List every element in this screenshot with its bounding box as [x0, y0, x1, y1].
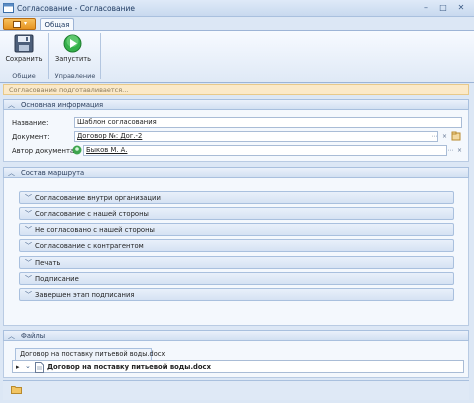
user-icon: [72, 145, 82, 155]
chevron-down-icon: ﹀: [25, 194, 32, 202]
group-manage-label: Управление: [54, 72, 96, 80]
route-item[interactable]: ﹀ Печать: [19, 256, 454, 269]
section-route-header[interactable]: ︿ Состав маршрута: [3, 167, 469, 178]
chevron-down-icon: ﹀: [25, 226, 32, 234]
file-row[interactable]: ▸ ⌄ Договор на поставку питьевой воды.do…: [12, 360, 464, 373]
route-item-label: Не согласовано с нашей стороны: [35, 226, 155, 234]
chevron-down-icon: ﹀: [25, 275, 32, 283]
route-item[interactable]: ﹀ Завершен этап подписания: [19, 288, 454, 301]
route-item-label: Печать: [35, 259, 61, 267]
bottom-toolbar: [3, 380, 469, 400]
route-item-label: Согласование с контрагентом: [35, 242, 144, 250]
window-title: Согласование - Согласование: [17, 4, 136, 13]
name-field[interactable]: Шаблон согласования: [74, 117, 462, 128]
author-link[interactable]: Быков М. А.: [86, 146, 127, 154]
section-route-title: Состав маршрута: [21, 169, 85, 177]
ellipsis-icon[interactable]: ⋯: [431, 132, 438, 141]
name-label: Название:: [12, 119, 49, 127]
document-label: Документ:: [12, 133, 50, 141]
section-files-title: Файлы: [21, 332, 46, 340]
route-item[interactable]: ﹀ Согласование внутри организации: [19, 191, 454, 204]
status-message: Согласование подготавливается...: [9, 86, 129, 94]
section-basic-info-title: Основная информация: [21, 101, 104, 109]
author-label: Автор документа:: [12, 147, 77, 155]
route-item[interactable]: ﹀ Подписание: [19, 272, 454, 285]
route-item-label: Завершен этап подписания: [35, 291, 135, 299]
clear-icon[interactable]: ×: [456, 146, 463, 155]
expand-icon[interactable]: ▸: [16, 363, 20, 371]
document-icon: [35, 362, 44, 373]
play-icon: [63, 34, 82, 53]
save-button[interactable]: Сохранить: [4, 55, 44, 63]
maximize-icon[interactable]: □: [437, 3, 449, 13]
route-item[interactable]: ﹀ Согласование с нашей стороны: [19, 207, 454, 220]
document-field[interactable]: Договор №: Дог.-2: [74, 131, 438, 142]
chevron-down-icon: ﹀: [25, 259, 32, 267]
group-separator: [100, 33, 101, 79]
file-name: Договор на поставку питьевой воды.docx: [47, 363, 211, 371]
section-files-header[interactable]: ︿ Файлы: [3, 330, 469, 341]
chevron-down-icon: ﹀: [25, 210, 32, 218]
clear-icon[interactable]: ×: [441, 132, 448, 141]
ellipsis-icon[interactable]: ⋯: [447, 146, 454, 155]
route-item[interactable]: ﹀ Не согласовано с нашей стороны: [19, 223, 454, 236]
document-link[interactable]: Договор №: Дог.-2: [77, 132, 142, 140]
chevron-down-icon: ﹀: [25, 242, 32, 250]
status-bar: Согласование подготавливается...: [3, 84, 469, 95]
start-button[interactable]: Запустить: [52, 55, 94, 63]
route-item-label: Согласование внутри организации: [35, 194, 161, 202]
section-basic-info-header[interactable]: ︿ Основная информация: [3, 99, 469, 110]
group-separator: [48, 33, 49, 79]
chevron-down-icon[interactable]: ⌄: [25, 362, 31, 370]
menu-icon: [13, 21, 21, 28]
chevron-up-icon: ︿: [8, 332, 15, 340]
route-item[interactable]: ﹀ Согласование с контрагентом: [19, 239, 454, 252]
floppy-disk-icon: [14, 34, 34, 53]
folder-icon[interactable]: [11, 385, 22, 394]
group-general-label: Общие: [12, 72, 36, 80]
chevron-up-icon: ︿: [8, 101, 15, 109]
chevron-down-icon: ▾: [24, 20, 28, 27]
chevron-down-icon: ﹀: [25, 291, 32, 299]
app-icon: [3, 3, 14, 13]
author-field[interactable]: Быков М. А.: [83, 145, 447, 156]
file-tab[interactable]: Договор на поставку питьевой воды.docx: [15, 348, 165, 360]
application-menu-button[interactable]: ▾: [3, 18, 36, 30]
minimize-icon[interactable]: –: [420, 3, 432, 13]
open-icon[interactable]: [451, 131, 461, 141]
close-icon[interactable]: ✕: [455, 3, 467, 13]
chevron-up-icon: ︿: [8, 169, 15, 177]
route-item-label: Согласование с нашей стороны: [35, 210, 149, 218]
route-item-label: Подписание: [35, 275, 79, 283]
